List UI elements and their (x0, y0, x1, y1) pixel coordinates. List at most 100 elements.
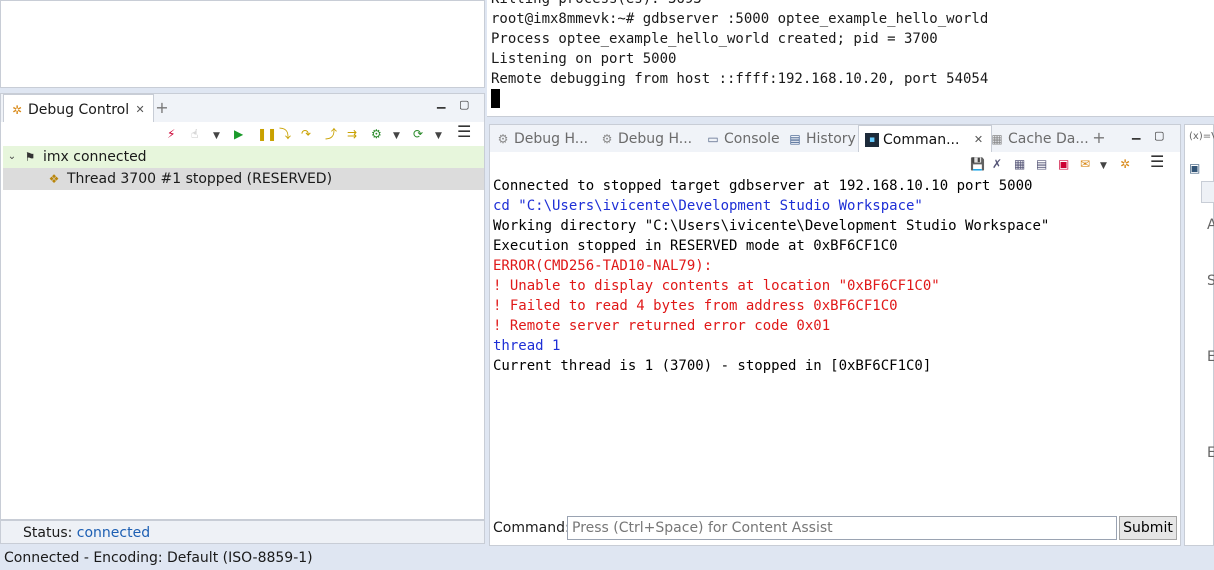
view-menu-icon[interactable]: ☰ (1150, 154, 1164, 170)
step-instruction-icon[interactable]: ⇉ (347, 126, 357, 142)
editor-area (0, 0, 485, 88)
history-icon: ▤ (789, 132, 801, 146)
connection-icon: ⚑ (24, 150, 36, 164)
add-view-icon[interactable]: + (155, 100, 169, 116)
tab-history[interactable]: ▤ History (788, 125, 856, 153)
debug-hardware-icon: ⚙ (601, 132, 613, 146)
debug-control-tabbar: ✲ Debug Control ✕ + ▁ ▢ (0, 93, 485, 124)
commands-toolbar: 💾 ✗ ▦ ▤ ▣ ✉ ▼ ✲ ☰ (490, 152, 1180, 176)
terminal-line: Remote debugging from host ::ffff:192.16… (491, 71, 989, 87)
view-menu-icon[interactable]: ☰ (457, 124, 471, 140)
minimize-icon[interactable]: ▁ (1132, 127, 1140, 140)
close-icon[interactable]: ✕ (133, 103, 147, 117)
commands-view: 💾 ✗ ▦ ▤ ▣ ✉ ▼ ✲ ☰ Connected to stopped t… (489, 152, 1181, 546)
debug-control-icon: ✲ (11, 102, 23, 117)
command-history-output[interactable]: Connected to stopped target gdbserver at… (493, 176, 1049, 376)
command-output-line: ERROR(CMD256-TAD10-NAL79): (493, 258, 713, 274)
minimize-icon[interactable]: ▁ (437, 96, 445, 109)
stop-script-icon[interactable]: ▣ (1058, 156, 1069, 172)
tab-label: Comman... (883, 132, 960, 148)
terminal-line: Killing process(es): 3693 (491, 0, 702, 9)
tab-console[interactable]: ▭ Console (706, 125, 780, 153)
connection-status: Status: connected (0, 520, 485, 544)
thread-label: Thread 3700 #1 stopped (RESERVED) (67, 171, 333, 187)
tab-label: Console (724, 131, 780, 147)
chevron-down-icon[interactable]: ⌄ (5, 150, 19, 164)
maximize-icon[interactable]: ▢ (459, 98, 469, 111)
script-icon[interactable]: ▦ (1014, 156, 1025, 172)
command-output-line: cd "C:\Users\ivicente\Development Studio… (493, 198, 923, 214)
variables-row-label: S (1207, 273, 1214, 289)
run-to-icon[interactable]: ⚙ (371, 126, 382, 142)
refresh-icon[interactable]: ⟳ (413, 126, 423, 142)
step-return-icon[interactable]: ⤴ (325, 126, 337, 142)
hand-icon[interactable]: ☝ (191, 126, 198, 142)
variables-row-label: A (1207, 217, 1214, 233)
variables-tab-label[interactable]: (x)=V (1189, 131, 1214, 142)
terminal-line: root@imx8mmevk:~# gdbserver :5000 optee_… (491, 11, 989, 27)
save-icon[interactable]: 💾 (970, 156, 985, 172)
open-scripts-icon[interactable]: ✉ (1080, 156, 1090, 172)
tab-label: History (806, 131, 856, 147)
thread-icon: ❖ (48, 172, 60, 186)
command-output-line: Current thread is 1 (3700) - stopped in … (493, 358, 932, 374)
command-output-line: ! Unable to display contents at location… (493, 278, 940, 294)
pause-icon[interactable]: ❚❚ (257, 126, 277, 142)
step-into-icon[interactable]: ⤵ (279, 126, 291, 142)
tree-item-thread[interactable]: ❖ Thread 3700 #1 stopped (RESERVED) (3, 168, 484, 190)
connection-label: imx connected (43, 149, 147, 165)
tab-label: Debug H... (514, 131, 589, 147)
variables-view: (x)=V ▣ A S E E (1184, 124, 1214, 546)
command-output-line: Execution stopped in RESERVED mode at 0x… (493, 238, 898, 254)
command-output-line: Connected to stopped target gdbserver at… (493, 178, 1033, 194)
continue-icon[interactable]: ▶ (234, 126, 243, 142)
cache-icon: ▦ (991, 132, 1003, 146)
tab-label: Debug H... (618, 131, 693, 147)
dropdown-icon[interactable]: ▼ (393, 128, 400, 144)
debug-control-view: ⚡ ☝ ▼ ▶ ❚❚ ⤵ ↷ ⤴ ⇉ ⚙ ▼ ⟳ ▼ ☰ ⌄ ⚑ imx con… (0, 122, 485, 520)
variables-row-label: E (1207, 349, 1214, 365)
command-input[interactable] (567, 516, 1117, 540)
command-output-line: ! Remote server returned error code 0x01 (493, 318, 831, 334)
tab-cache-data[interactable]: ▦ Cache Da... (990, 125, 1089, 153)
tab-debug-hardware-2[interactable]: ⚙ Debug H... (600, 125, 693, 153)
debug-hardware-icon: ⚙ (497, 132, 509, 146)
variables-toolbar-icon[interactable]: ▣ (1189, 161, 1200, 175)
command-output-line: Working directory "C:\Users\ivicente\Dev… (493, 218, 1050, 234)
status-bar: Connected - Encoding: Default (ISO-8859-… (0, 546, 1214, 570)
views-tabbar: ⚙ Debug H... ⚙ Debug H... ▭ Console ▤ Hi… (489, 124, 1181, 154)
tab-debug-control[interactable]: ✲ Debug Control ✕ (3, 94, 155, 124)
tab-label: Debug Control (28, 101, 130, 118)
command-output-line: thread 1 (493, 338, 561, 354)
maximize-icon[interactable]: ▢ (1154, 129, 1164, 142)
variables-header (1201, 181, 1214, 203)
tree-item-connection[interactable]: ⌄ ⚑ imx connected (3, 146, 484, 168)
command-label: Command: (493, 520, 570, 536)
variables-row-label: E (1207, 445, 1214, 461)
terminal-output[interactable]: Killing process(es): 3693 root@imx8mmevk… (487, 0, 1214, 117)
tab-label: Cache Da... (1008, 131, 1089, 147)
terminal-icon: ▪ (865, 133, 879, 147)
export-icon[interactable]: ▤ (1036, 156, 1047, 172)
dropdown-icon[interactable]: ▼ (435, 128, 442, 144)
debug-toolbar: ⚡ ☝ ▼ ▶ ❚❚ ⤵ ↷ ⤴ ⇉ ⚙ ▼ ⟳ ▼ ☰ (1, 122, 484, 146)
dropdown-icon[interactable]: ▼ (1100, 158, 1107, 174)
close-icon[interactable]: ✕ (971, 133, 985, 147)
submit-button[interactable]: Submit (1119, 516, 1177, 540)
status-label: Status: (23, 525, 73, 541)
clear-icon[interactable]: ✗ (992, 156, 1002, 172)
terminal-cursor (491, 89, 500, 108)
console-icon: ▭ (707, 132, 719, 146)
status-value[interactable]: connected (77, 525, 150, 541)
link-debug-icon[interactable]: ✲ (1120, 156, 1130, 172)
disconnect-icon[interactable]: ⚡ (167, 126, 175, 142)
dropdown-icon[interactable]: ▼ (213, 128, 220, 144)
terminal-line: Process optee_example_hello_world create… (491, 31, 938, 47)
command-output-line: ! Failed to read 4 bytes from address 0x… (493, 298, 898, 314)
tab-debug-hardware-1[interactable]: ⚙ Debug H... (496, 125, 589, 153)
status-bar-text: Connected - Encoding: Default (ISO-8859-… (4, 550, 313, 566)
terminal-line: Listening on port 5000 (491, 51, 677, 67)
tab-commands[interactable]: ▪ Comman... ✕ (858, 125, 993, 154)
add-view-icon[interactable]: + (1092, 130, 1106, 146)
step-over-icon[interactable]: ↷ (301, 126, 311, 142)
